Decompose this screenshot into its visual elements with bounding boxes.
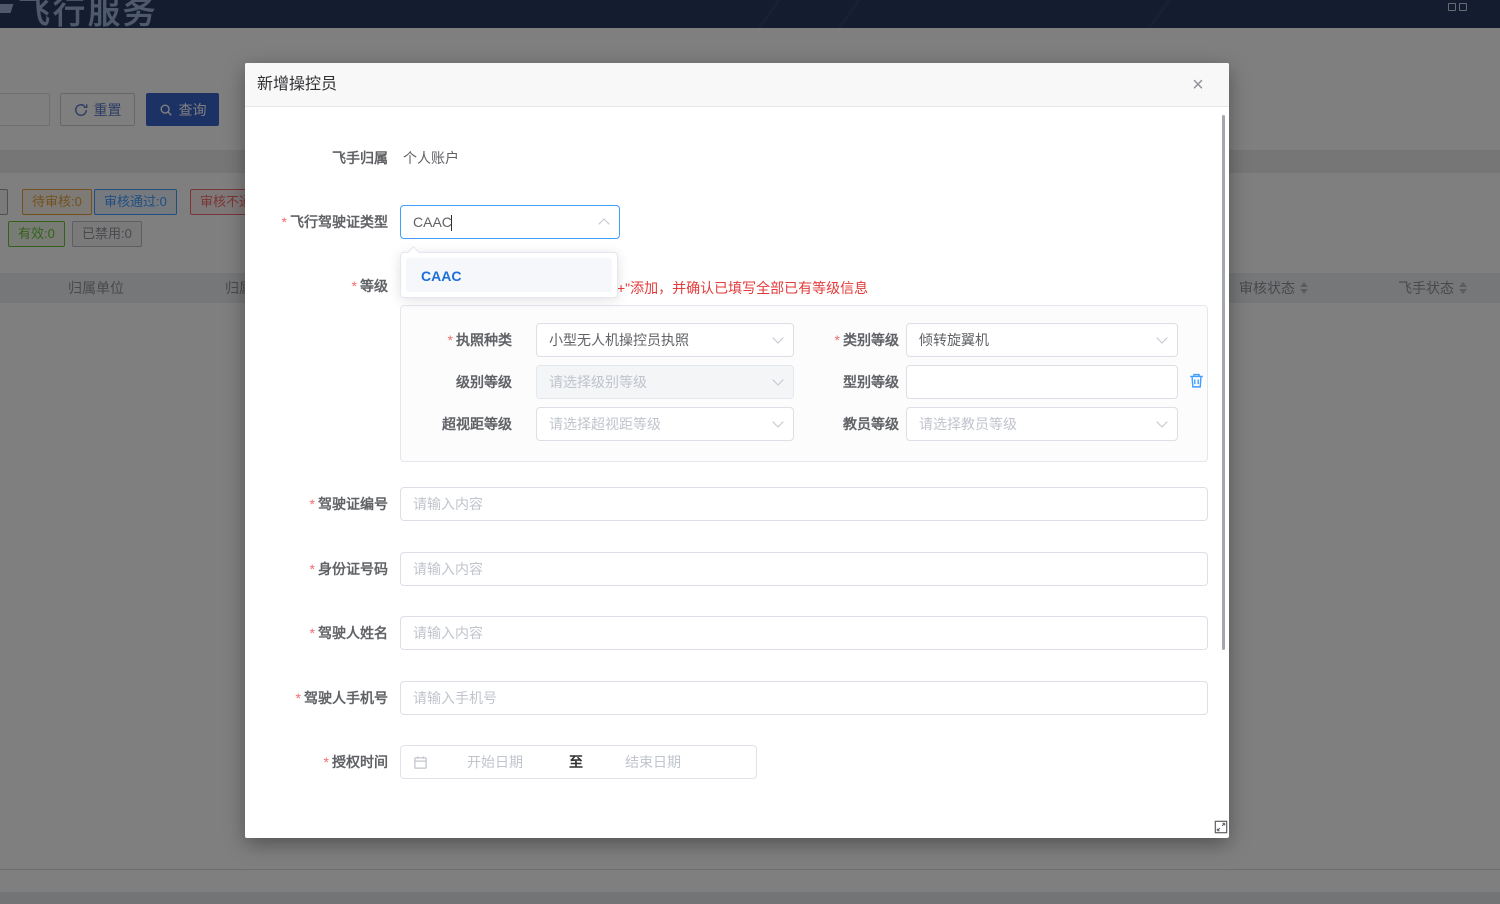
required-marker: * <box>310 625 315 641</box>
auth-time-range-picker[interactable]: 开始日期 至 结束日期 <box>400 745 757 779</box>
license-kind-label: *执照种类 <box>401 323 512 357</box>
license-type-label: *飞行驾驶证类型 <box>245 205 388 239</box>
chevron-down-icon <box>1158 418 1167 427</box>
bvlos-grade-label: 超视距等级 <box>401 407 512 441</box>
category-grade-value: 倾转旋翼机 <box>919 330 989 350</box>
trash-icon[interactable] <box>1188 372 1205 389</box>
chevron-down-icon <box>1158 334 1167 343</box>
required-marker: * <box>310 561 315 577</box>
required-marker: * <box>282 214 287 230</box>
dropdown-option-caac[interactable]: CAAC <box>406 258 612 292</box>
chevron-up-icon[interactable] <box>600 220 609 229</box>
license-type-combobox[interactable] <box>400 205 620 239</box>
license-no-label: *驾驶证编号 <box>245 487 388 521</box>
pilot-phone-row: *驾驶人手机号 <box>245 681 1208 715</box>
category-grade-select[interactable]: 倾转旋翼机 <box>906 323 1178 357</box>
category-grade-label: *类别等级 <box>701 323 899 357</box>
owner-value: 个人账户 <box>403 148 459 168</box>
instructor-grade-select[interactable]: 请选择教员等级 <box>906 407 1178 441</box>
dialog-title: 新增操控员 <box>257 63 337 107</box>
required-marker: * <box>324 754 329 770</box>
pilot-name-row: *驾驶人姓名 <box>245 616 1208 650</box>
instructor-grade-placeholder: 请选择教员等级 <box>919 414 1017 434</box>
auth-time-label: *授权时间 <box>245 745 388 779</box>
license-no-row: *驾驶证编号 <box>245 487 1208 521</box>
owner-label: 飞手归属 <box>245 148 388 168</box>
grade-group-box: *执照种类 小型无人机操控员执照 *类别等级 倾转旋翼机 级别等级 请选择级别等… <box>400 305 1208 462</box>
id-no-row: *身份证号码 <box>245 552 1208 586</box>
text-caret <box>451 215 452 231</box>
close-icon[interactable]: × <box>1187 74 1209 96</box>
pilot-name-label: *驾驶人姓名 <box>245 616 388 650</box>
fullscreen-resize-icon[interactable] <box>1214 820 1228 834</box>
dropdown-arrow <box>407 246 420 259</box>
dialog-header: 新增操控员 × <box>245 63 1229 107</box>
level-grade-label: 级别等级 <box>401 365 512 399</box>
license-type-input[interactable] <box>401 206 619 238</box>
grade-hint-text: +"添加，并确认已填写全部已有等级信息 <box>617 278 868 298</box>
id-no-input[interactable] <box>400 552 1208 586</box>
license-type-dropdown: CAAC <box>400 252 618 298</box>
bvlos-grade-placeholder: 请选择超视距等级 <box>549 414 661 434</box>
grade-label: *等级 <box>245 276 388 296</box>
instructor-grade-label: 教员等级 <box>701 407 899 441</box>
date-range-separator: 至 <box>569 746 583 778</box>
calendar-icon <box>413 755 428 773</box>
level-grade-placeholder: 请选择级别等级 <box>549 372 647 392</box>
required-marker: * <box>352 278 357 294</box>
pilot-phone-input[interactable] <box>400 681 1208 715</box>
required-marker: * <box>448 332 453 348</box>
pilot-name-input[interactable] <box>400 616 1208 650</box>
id-no-label: *身份证号码 <box>245 552 388 586</box>
start-date-placeholder[interactable]: 开始日期 <box>467 746 523 778</box>
license-no-input[interactable] <box>400 487 1208 521</box>
end-date-placeholder[interactable]: 结束日期 <box>625 746 681 778</box>
add-operator-dialog: 新增操控员 × 飞手归属 个人账户 *飞行驾驶证类型 CAAC *等级 +"添加… <box>245 63 1229 838</box>
model-grade-label: 型别等级 <box>701 365 899 399</box>
required-marker: * <box>310 496 315 512</box>
owner-row: 飞手归属 个人账户 <box>245 148 1208 168</box>
license-type-row: *飞行驾驶证类型 <box>245 205 1208 239</box>
model-grade-input[interactable] <box>906 365 1178 399</box>
license-kind-value: 小型无人机操控员执照 <box>549 330 689 350</box>
pilot-phone-label: *驾驶人手机号 <box>245 681 388 715</box>
required-marker: * <box>835 332 840 348</box>
modal-scrollbar[interactable] <box>1222 115 1225 650</box>
required-marker: * <box>296 690 301 706</box>
